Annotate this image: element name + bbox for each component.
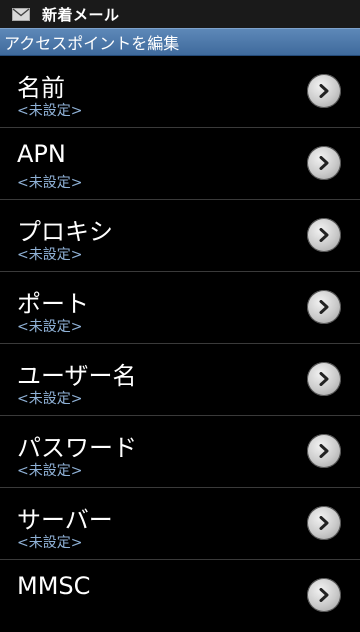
title-bar: アクセスポイントを編集 (0, 28, 360, 56)
setting-row-apn[interactable]: APN <未設定> (0, 128, 360, 200)
chevron-right-icon[interactable] (307, 74, 341, 108)
settings-list: 名前 <未設定> APN <未設定> プロキシ <未設定> ポート <未設定> … (0, 56, 360, 632)
setting-value: <未設定> (17, 103, 83, 119)
setting-label: ユーザー名 (17, 362, 137, 390)
setting-value: <未設定> (17, 319, 83, 335)
setting-label: APN (17, 140, 66, 168)
chevron-right-icon[interactable] (307, 362, 341, 396)
setting-value: <未設定> (17, 391, 83, 407)
chevron-right-icon[interactable] (307, 578, 341, 612)
setting-row-proxy[interactable]: プロキシ <未設定> (0, 200, 360, 272)
setting-value: <未設定> (17, 247, 83, 263)
setting-value: <未設定> (17, 535, 83, 551)
chevron-right-icon[interactable] (307, 290, 341, 324)
setting-value: <未設定> (17, 175, 83, 191)
setting-label: パスワード (17, 434, 137, 462)
setting-label: 名前 (17, 74, 65, 102)
notification-text: 新着メール (42, 5, 120, 24)
chevron-right-icon[interactable] (307, 434, 341, 468)
setting-row-mmsc[interactable]: MMSC (0, 560, 360, 632)
setting-row-password[interactable]: パスワード <未設定> (0, 416, 360, 488)
setting-row-name[interactable]: 名前 <未設定> (0, 56, 360, 128)
setting-label: MMSC (17, 572, 91, 600)
setting-row-username[interactable]: ユーザー名 <未設定> (0, 344, 360, 416)
chevron-right-icon[interactable] (307, 146, 341, 180)
setting-label: ポート (17, 290, 89, 318)
status-bar: 新着メール (0, 0, 360, 28)
setting-value: <未設定> (17, 463, 83, 479)
chevron-right-icon[interactable] (307, 218, 341, 252)
page-title: アクセスポイントを編集 (4, 34, 180, 53)
setting-row-port[interactable]: ポート <未設定> (0, 272, 360, 344)
setting-label: プロキシ (17, 218, 113, 246)
mail-icon (12, 7, 30, 21)
setting-label: サーバー (17, 506, 113, 534)
chevron-right-icon[interactable] (307, 506, 341, 540)
setting-row-server[interactable]: サーバー <未設定> (0, 488, 360, 560)
